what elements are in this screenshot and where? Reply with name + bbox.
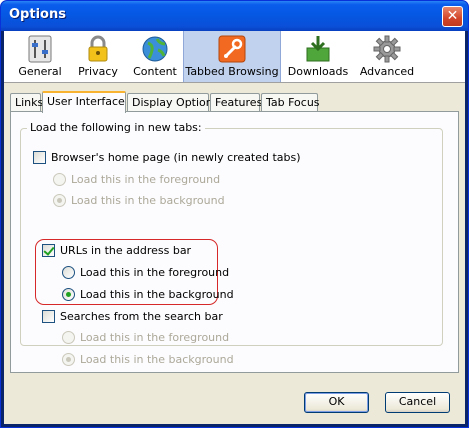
ok-button-label: OK	[328, 395, 345, 408]
dialog-body: General Privacy Content Tabbed Browsing …	[4, 31, 465, 424]
radio-label: Load this in the foreground	[71, 173, 221, 186]
home-page-checkbox[interactable]	[33, 151, 46, 164]
pane-label-advanced: Advanced	[359, 65, 415, 78]
cancel-button-label: Cancel	[398, 395, 437, 408]
tab-label: Features	[215, 96, 263, 109]
checkbox-label: Browser's home page (in newly created ta…	[51, 151, 301, 164]
radio-button[interactable]	[62, 353, 75, 366]
radio-label: Load this in the background	[80, 353, 234, 366]
radio-button[interactable]	[62, 266, 75, 279]
pane-label-downloads: Downloads	[287, 65, 349, 78]
tab-tab-focus[interactable]: Tab Focus	[261, 93, 320, 112]
pane-downloads[interactable]: Downloads	[287, 31, 349, 82]
options-dialog: Options ✕ General Privacy Content Tabbed…	[0, 0, 469, 428]
close-icon: ✕	[446, 8, 459, 24]
pane-toolbar: General Privacy Content Tabbed Browsing …	[4, 31, 465, 83]
radio-label: Load this in the background	[80, 288, 234, 301]
tab-links[interactable]: Links	[10, 93, 44, 112]
radio-button[interactable]	[62, 288, 75, 301]
cancel-button[interactable]: Cancel	[385, 392, 450, 413]
radio-label: Load this in the background	[71, 194, 225, 207]
globe-icon	[142, 36, 168, 62]
radio-label: Load this in the foreground	[80, 266, 230, 279]
pane-label-content: Content	[133, 65, 177, 78]
pane-label-privacy: Privacy	[78, 65, 118, 78]
lock-icon	[88, 35, 108, 62]
checkbox-label: Searches from the search bar	[60, 310, 223, 323]
sliders-icon	[28, 35, 52, 63]
close-button[interactable]: ✕	[442, 6, 463, 27]
pane-advanced[interactable]: Advanced	[356, 31, 418, 82]
radio-button[interactable]	[53, 194, 66, 207]
gear-icon	[373, 35, 401, 63]
search-bar-checkbox[interactable]	[42, 310, 55, 323]
download-box-icon	[306, 36, 330, 62]
tab-display-options[interactable]: Display Options	[127, 93, 219, 112]
tab-label: Links	[15, 96, 44, 109]
groupbox-legend: Load the following in new tabs:	[27, 121, 205, 134]
tab-label: Tab Focus	[266, 96, 320, 109]
ok-button[interactable]: OK	[304, 392, 369, 413]
pane-general[interactable]: General	[14, 31, 66, 82]
pane-content[interactable]: Content	[129, 31, 181, 82]
title-bar[interactable]: Options ✕	[1, 1, 468, 31]
wrench-icon	[218, 35, 246, 63]
radio-button[interactable]	[62, 331, 75, 344]
tab-panel-user-interface: Load the following in new tabs: Browser'…	[10, 111, 459, 373]
pane-label-tabbed-browsing: Tabbed Browsing	[185, 65, 279, 78]
pane-tabbed-browsing[interactable]: Tabbed Browsing	[183, 31, 281, 82]
radio-label: Load this in the foreground	[80, 331, 230, 344]
checkbox-label: URLs in the address bar	[60, 244, 192, 257]
tab-features[interactable]: Features	[210, 93, 263, 112]
pane-privacy[interactable]: Privacy	[72, 31, 124, 82]
tab-label: User Interface	[47, 95, 125, 108]
window-title: Options	[9, 7, 66, 22]
radio-button[interactable]	[53, 173, 66, 186]
tab-label: Display Options	[132, 96, 219, 109]
tab-user-interface[interactable]: User Interface	[42, 91, 126, 113]
pane-label-general: General	[18, 65, 62, 78]
urls-address-bar-checkbox[interactable]	[42, 244, 55, 257]
